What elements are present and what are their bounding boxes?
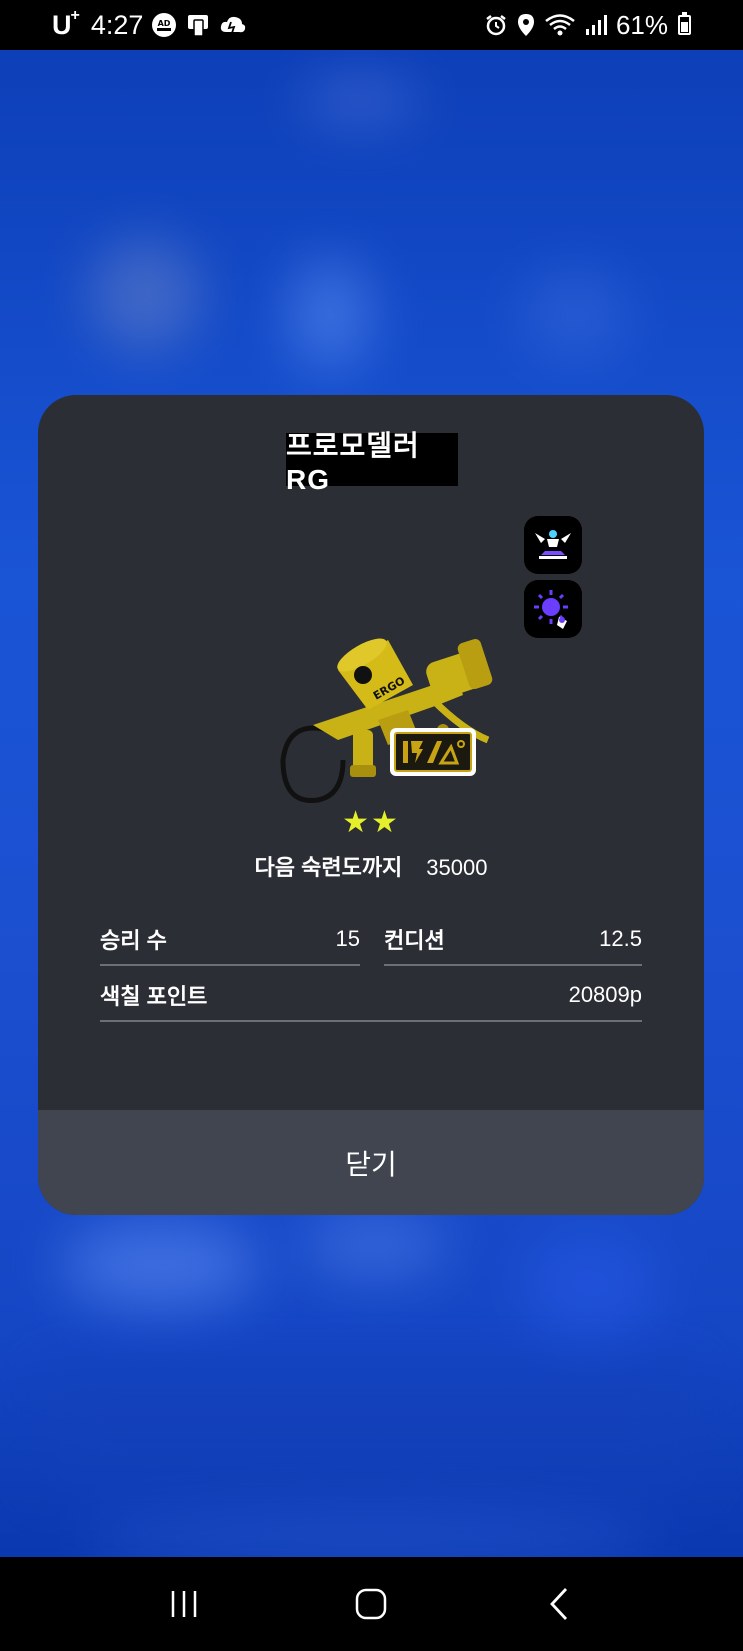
- special-weapon-icon: [524, 580, 582, 638]
- back-icon[interactable]: [529, 1574, 589, 1634]
- recent-apps-icon[interactable]: [154, 1574, 214, 1634]
- status-left: U+ 4:27 AD: [52, 6, 247, 41]
- wins-value: 15: [335, 926, 360, 951]
- screen: U+ 4:27 AD 61% 프로모델러 RG ERGO ★★ 다음 숙련도까지…: [0, 0, 743, 1651]
- weapon-detail-dialog: 프로모델러 RG ERGO ★★ 다음 숙련도까지 35000 승리 수 15 …: [38, 395, 704, 1215]
- clock: 4:27: [90, 9, 144, 40]
- battery-icon: [678, 12, 691, 35]
- condition-value: 12.5: [599, 926, 642, 951]
- cloud-icon: [219, 12, 247, 38]
- mastery-stars: ★★: [342, 806, 400, 839]
- next-mastery-row: 다음 숙련도까지 35000: [38, 850, 704, 882]
- status-right: 61%: [484, 10, 691, 41]
- carrier-label: U+: [52, 6, 80, 40]
- paint-points-label: 색칠 포인트: [100, 984, 208, 1009]
- next-mastery-value: 35000: [426, 855, 488, 880]
- weapon-name: 프로모델러 RG: [286, 430, 458, 495]
- brand-logo: [390, 728, 476, 776]
- stat-condition: 컨디션 12.5: [384, 914, 642, 966]
- stat-wins: 승리 수 15: [100, 914, 360, 966]
- home-icon[interactable]: [341, 1574, 401, 1634]
- sub-weapon-icon: [524, 516, 582, 574]
- close-button[interactable]: 닫기: [38, 1110, 704, 1215]
- svg-text:AD: AD: [158, 19, 171, 28]
- ad-blocker-icon: AD: [151, 12, 177, 38]
- wins-label: 승리 수: [100, 928, 167, 953]
- condition-label: 컨디션: [384, 928, 445, 953]
- stat-paint-points: 색칠 포인트 20809p: [100, 970, 642, 1022]
- paint-points-value: 20809p: [568, 982, 642, 1007]
- phone-clip-icon: [185, 12, 211, 38]
- signal-icon: [584, 13, 608, 37]
- battery-percent: 61%: [615, 9, 668, 40]
- location-icon: [516, 13, 536, 37]
- status-bar: U+ 4:27 AD 61%: [0, 0, 743, 50]
- next-mastery-label: 다음 숙련도까지: [254, 855, 403, 880]
- wifi-icon: [544, 12, 576, 38]
- navigation-bar: [0, 1557, 743, 1651]
- alarm-icon: [484, 13, 508, 37]
